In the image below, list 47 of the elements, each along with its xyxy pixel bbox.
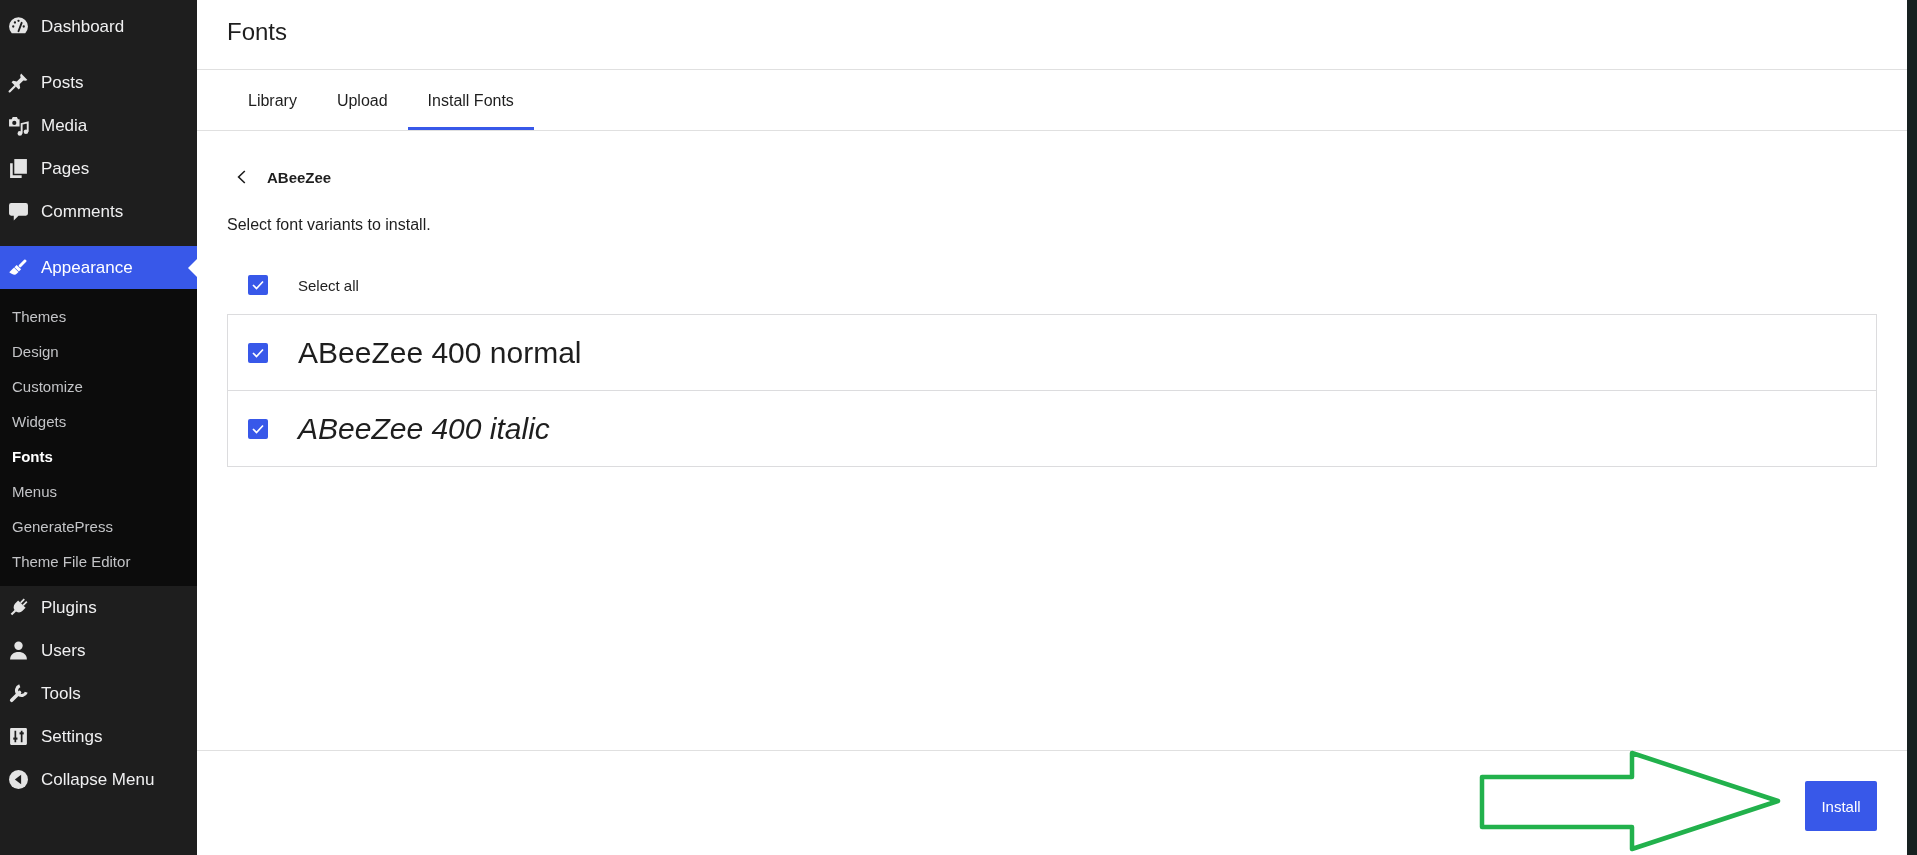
- tab[interactable]: Library: [228, 70, 317, 130]
- submenu-item[interactable]: Widgets: [0, 404, 197, 439]
- sidebar-menu-item[interactable]: Users: [0, 629, 197, 672]
- checkbox[interactable]: [248, 418, 268, 439]
- font-family-heading: ABeeZee: [267, 168, 332, 186]
- submenu-item[interactable]: Customize: [0, 369, 197, 404]
- page-title: Fonts: [227, 17, 288, 46]
- collapse-menu-button[interactable]: Collapse Menu: [0, 758, 197, 801]
- checkmark-icon: [252, 423, 264, 434]
- plug-icon: [8, 597, 29, 618]
- tab[interactable]: Install Fonts: [407, 70, 534, 130]
- font-variant-label: ABeeZee 400 italic: [298, 411, 550, 446]
- sidebar-menu-item[interactable]: Comments: [0, 190, 197, 233]
- checkmark-icon: [252, 280, 264, 290]
- checkbox[interactable]: [248, 342, 268, 363]
- sidebar-menu-item[interactable]: Tools: [0, 672, 197, 715]
- sidebar-menu-item[interactable]: Plugins: [0, 586, 197, 629]
- speech-bubble-icon: [8, 201, 29, 222]
- sidebar-menu-item[interactable]: Pages: [0, 147, 197, 190]
- submenu-item[interactable]: Themes: [0, 299, 197, 334]
- tab[interactable]: Upload: [316, 70, 408, 130]
- install-button[interactable]: Install: [1805, 781, 1877, 831]
- submenu-item[interactable]: Fonts: [0, 439, 197, 474]
- pushpin-icon: [8, 72, 29, 93]
- instruction-text: Select font variants to install.: [227, 215, 432, 235]
- sidebar-menu-item[interactable]: Media: [0, 104, 197, 147]
- checkbox[interactable]: [248, 275, 268, 295]
- menu-pointer-icon: [188, 258, 197, 277]
- sidebar-menu-item[interactable]: Settings: [0, 715, 197, 758]
- camera-note-icon: [8, 115, 29, 136]
- paintbrush-icon: [8, 257, 29, 278]
- circle-arrow-left-icon: [8, 769, 29, 790]
- chevron-left-icon: [236, 170, 246, 184]
- user-icon: [8, 640, 29, 661]
- select-all-label: Select all: [298, 276, 359, 294]
- submenu-item[interactable]: GeneratePress: [0, 509, 197, 544]
- sidebar-menu-item[interactable]: Appearance: [0, 246, 197, 289]
- submenu-item[interactable]: Theme File Editor: [0, 544, 197, 579]
- wrench-icon: [8, 683, 29, 704]
- font-variant-label: ABeeZee 400 normal: [298, 335, 582, 370]
- sidebar-menu-item[interactable]: Posts: [0, 61, 197, 104]
- sidebar-menu-item[interactable]: Dashboard: [0, 5, 197, 48]
- submenu-item[interactable]: Design: [0, 334, 197, 369]
- submenu-item[interactable]: Menus: [0, 474, 197, 509]
- stacked-pages-icon: [8, 158, 29, 179]
- checkmark-icon: [252, 347, 264, 358]
- sliders-icon: [8, 726, 29, 747]
